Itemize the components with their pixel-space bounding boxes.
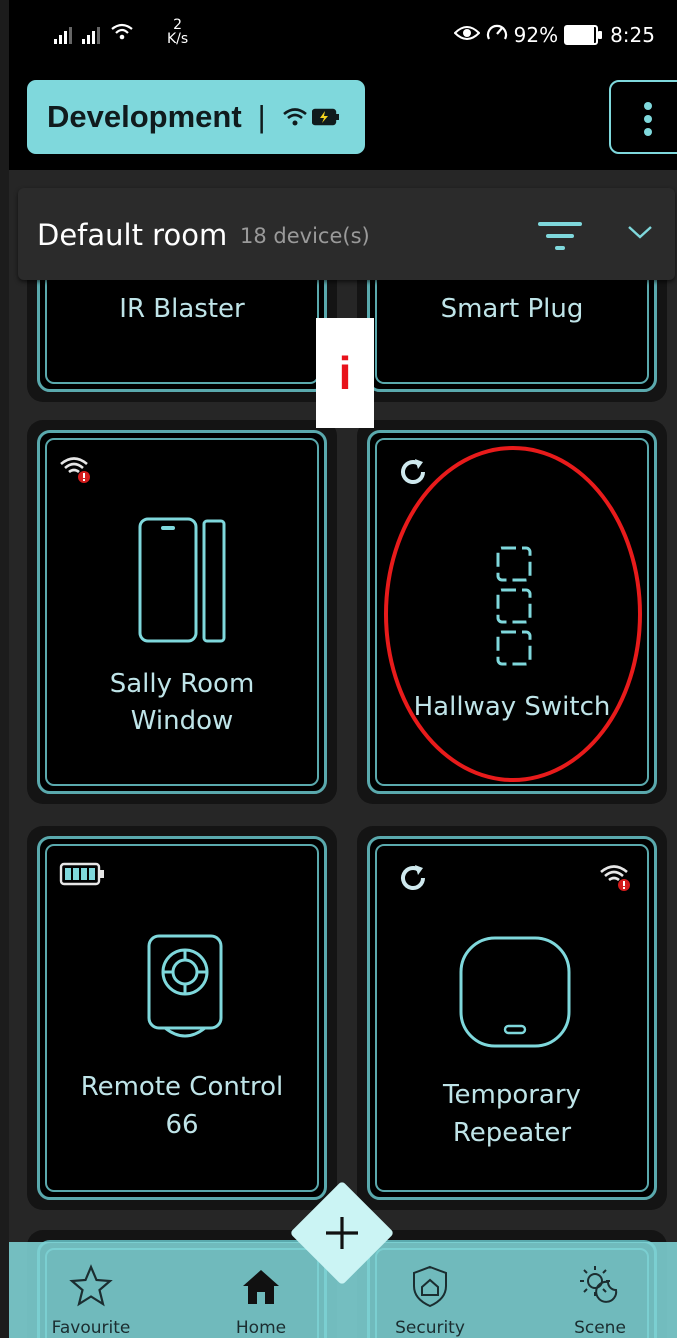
nav-label: Home <box>235 1318 287 1338</box>
remote-control-icon <box>147 934 223 1038</box>
signal-2-icon <box>82 26 100 44</box>
wifi-error-icon <box>600 865 630 891</box>
refresh-icon <box>401 459 425 484</box>
room-name: Default room <box>37 218 228 252</box>
nav-home[interactable]: Home <box>201 1242 321 1338</box>
signal-1-icon <box>54 26 72 44</box>
room-selector-bar[interactable]: Default room 18 device(s) <box>18 188 675 280</box>
device-label-line1: Remote Control <box>80 1072 284 1102</box>
network-speed-value: 2 <box>173 17 183 33</box>
refresh-icon <box>401 865 425 890</box>
clock: 8:25 <box>610 22 655 47</box>
environment-name: Development <box>47 99 242 134</box>
device-label: IR Blaster <box>119 294 245 324</box>
wifi-status-icon <box>110 22 134 47</box>
repeater-icon <box>459 936 571 1048</box>
device-tile-sally-room-window[interactable]: Sally Room Window <box>27 420 337 804</box>
status-right: 92% 8:25 <box>453 22 655 47</box>
gateway-status <box>282 107 340 127</box>
wifi-error-icon <box>60 457 90 483</box>
device-label: Hallway Switch <box>413 692 611 722</box>
star-icon <box>69 1264 113 1307</box>
filter-icon[interactable] <box>538 222 582 252</box>
speed-gauge-icon <box>486 22 508 47</box>
device-tile-temporary-repeater[interactable]: Temporary Repeater <box>357 826 667 1210</box>
environment-selector-button[interactable]: Development | <box>27 80 365 154</box>
nav-scene[interactable]: Scene <box>540 1242 660 1338</box>
battery-icon <box>564 24 603 45</box>
network-speed-unit: K/s <box>167 31 189 47</box>
environment-separator: | <box>257 99 266 134</box>
switch-gang-icon <box>496 546 532 666</box>
info-marker[interactable]: i <box>316 318 374 428</box>
network-speed: 2 K/s <box>167 18 188 46</box>
device-label-line2: Repeater <box>452 1118 572 1148</box>
more-dot-icon <box>644 115 652 123</box>
battery-percent: 92% <box>513 22 559 47</box>
device-count: 18 device(s) <box>240 224 370 248</box>
device-label-line2: 66 <box>165 1110 199 1140</box>
more-options-button[interactable] <box>609 80 677 154</box>
plus-icon[interactable] <box>305 1196 379 1270</box>
gateway-battery-charging-icon <box>311 108 339 126</box>
window-sensor-icon <box>138 517 226 643</box>
gateway-wifi-icon <box>282 108 307 126</box>
sun-moon-icon <box>580 1266 618 1303</box>
nav-label: Security <box>395 1318 465 1338</box>
device-label-line1: Temporary <box>443 1080 581 1110</box>
device-label-line1: Sally Room <box>109 669 255 699</box>
nav-label: Favourite <box>51 1318 131 1338</box>
app-frame: 2 K/s 92% 8:25 Development | Default roo… <box>9 0 677 1338</box>
chevron-down-icon[interactable] <box>626 222 654 242</box>
eye-comfort-icon <box>453 23 481 47</box>
device-label-line2: Window <box>130 706 234 736</box>
device-tile-hallway-switch[interactable]: Hallway Switch <box>357 420 667 804</box>
more-dot-icon <box>644 128 652 136</box>
battery-full-icon <box>59 862 104 886</box>
device-tile-remote-control-66[interactable]: Remote Control 66 <box>27 826 337 1210</box>
shield-home-icon <box>413 1265 447 1308</box>
nav-favourite[interactable]: Favourite <box>31 1242 151 1338</box>
home-icon <box>243 1270 279 1304</box>
nav-security[interactable]: Security <box>370 1242 490 1338</box>
status-bar: 2 K/s 92% 8:25 <box>9 0 677 70</box>
signal-indicators <box>54 22 134 47</box>
device-label: Smart Plug <box>440 294 584 324</box>
more-dot-icon <box>644 102 652 110</box>
nav-label: Scene <box>574 1318 626 1338</box>
